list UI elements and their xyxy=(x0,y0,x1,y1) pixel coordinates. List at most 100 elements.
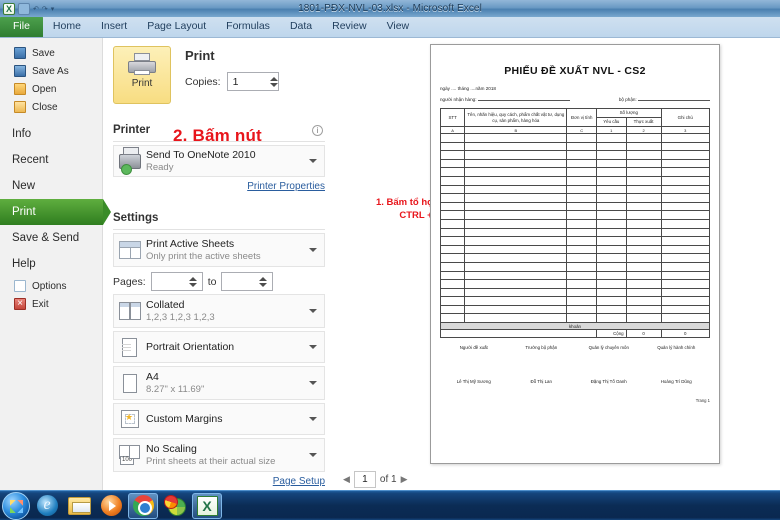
chevron-down-icon[interactable] xyxy=(309,159,317,163)
margins-select[interactable]: Custom Margins xyxy=(113,403,325,435)
sidebar-item-help[interactable]: Help xyxy=(0,251,102,277)
chevron-right-icon[interactable]: ▶ xyxy=(401,474,408,485)
th-unit: Đơn vị tính xyxy=(566,108,597,127)
sidebar-item-close[interactable]: Close xyxy=(0,98,102,116)
paper-icon xyxy=(119,372,141,394)
table-cell: 2 xyxy=(625,126,662,134)
th-quantity-group: Số lượng xyxy=(596,108,662,118)
chevron-down-icon[interactable]: ▾ xyxy=(51,5,55,13)
document-preview-page: PHIẾU ĐỀ XUẤT NVL - CS2 ngày .... tháng … xyxy=(430,44,720,464)
chevron-left-icon[interactable]: ◀ xyxy=(343,474,350,485)
signature-name: Đỗ Thị Lan xyxy=(530,379,552,385)
excel-icon[interactable] xyxy=(3,2,15,15)
sidebar-item-save[interactable]: Save xyxy=(0,44,102,62)
print-button[interactable]: Print xyxy=(113,46,171,104)
tab-view[interactable]: View xyxy=(377,17,420,37)
divider xyxy=(113,229,325,230)
pages-label: Pages: xyxy=(113,275,146,288)
signature-names-row: Lê Thị Mỹ Sương Đỗ Thị Lan Đặng Thị Tố O… xyxy=(440,379,710,384)
orientation-select[interactable]: Portrait Orientation xyxy=(113,331,325,363)
printer-properties-link[interactable]: Printer Properties xyxy=(113,181,325,192)
undo-icon[interactable]: ↶ xyxy=(33,5,39,13)
sidebar-item-label: Open xyxy=(32,83,57,95)
sidebar-item-label: Save & Send xyxy=(12,232,80,244)
sheets-icon xyxy=(119,239,141,261)
table-row xyxy=(439,227,710,238)
sidebar-item-exit[interactable]: Exit xyxy=(0,295,102,313)
th-qty-issued: Thực xuất xyxy=(625,117,662,127)
preview-pager: ◀ 1 of 1 ▶ xyxy=(335,471,780,488)
chevron-down-icon[interactable] xyxy=(309,345,317,349)
print-area-select[interactable]: Print Active Sheets Only print the activ… xyxy=(113,233,325,267)
printer-icon xyxy=(128,53,156,75)
table-row xyxy=(439,253,710,263)
table-row xyxy=(439,236,710,246)
table-khoan-row: khoản xyxy=(440,322,710,331)
sidebar-item-print[interactable]: Print xyxy=(0,199,111,225)
receiver-field: người nhận hàng: xyxy=(440,96,570,102)
start-orb[interactable] xyxy=(2,491,30,520)
document-title: PHIẾU ĐỀ XUẤT NVL - CS2 xyxy=(504,65,646,77)
signature-name: Lê Thị Mỹ Sương xyxy=(456,379,491,385)
table-row xyxy=(439,244,710,255)
table-row xyxy=(439,193,710,203)
tab-formulas[interactable]: Formulas xyxy=(216,17,280,37)
print-area-title: Print Active Sheets xyxy=(146,237,235,250)
portrait-icon xyxy=(119,336,141,358)
sidebar-item-options[interactable]: Options xyxy=(0,277,102,295)
print-heading-block: Print Copies: 1 xyxy=(185,46,279,104)
sidebar-item-save-and-send[interactable]: Save & Send xyxy=(0,225,102,251)
sidebar-item-open[interactable]: Open xyxy=(0,80,102,98)
chevron-down-icon[interactable] xyxy=(309,381,317,385)
paint-app-icon[interactable] xyxy=(160,493,190,519)
sidebar-item-info[interactable]: Info xyxy=(0,121,102,147)
excel-taskbar-icon[interactable] xyxy=(192,492,222,519)
tab-page-layout[interactable]: Page Layout xyxy=(137,17,216,37)
paper-size-select[interactable]: A4 8.27" x 11.69" xyxy=(113,366,325,400)
tab-review[interactable]: Review xyxy=(322,17,376,37)
collation-select[interactable]: Collated 1,2,3 1,2,3 1,2,3 xyxy=(113,294,325,328)
sidebar-item-recent[interactable]: Recent xyxy=(0,147,102,173)
quick-access-toolbar[interactable]: ↶ ↷ ▾ xyxy=(0,2,55,15)
copies-stepper[interactable]: 1 xyxy=(226,72,279,91)
info-icon[interactable]: i xyxy=(312,125,323,136)
pages-to-input[interactable] xyxy=(221,272,274,291)
chevron-down-icon[interactable] xyxy=(309,453,317,457)
close-folder-icon xyxy=(14,101,26,113)
tab-insert[interactable]: Insert xyxy=(91,17,137,37)
spinner-arrows-icon[interactable] xyxy=(259,274,270,289)
collation-subtitle: 1,2,3 1,2,3 1,2,3 xyxy=(146,311,215,323)
sidebar-item-save-as[interactable]: Save As xyxy=(0,62,102,80)
tab-file[interactable]: File xyxy=(0,16,43,37)
internet-explorer-icon[interactable] xyxy=(32,493,62,519)
windows-explorer-icon[interactable] xyxy=(64,493,94,519)
printer-select[interactable]: Send To OneNote 2010 Ready xyxy=(113,145,325,177)
tab-data[interactable]: Data xyxy=(280,17,322,37)
print-button-label: Print xyxy=(131,78,153,89)
redo-icon[interactable]: ↷ xyxy=(42,5,48,13)
chevron-down-icon[interactable] xyxy=(309,248,317,252)
table-row xyxy=(439,270,710,281)
table-cell: A xyxy=(439,126,466,134)
page-setup-link[interactable]: Page Setup xyxy=(113,476,325,487)
spinner-arrows-icon[interactable] xyxy=(188,274,200,289)
scaling-select[interactable]: 100 No Scaling Print sheets at their act… xyxy=(113,438,325,472)
collation-title: Collated xyxy=(146,298,185,311)
sidebar-item-new[interactable]: New xyxy=(0,173,102,199)
media-player-icon[interactable] xyxy=(96,493,126,519)
current-page-input[interactable]: 1 xyxy=(353,471,376,488)
spinner-arrows-icon[interactable] xyxy=(265,74,278,89)
tab-home[interactable]: Home xyxy=(43,17,91,37)
copies-label: Copies: xyxy=(185,75,221,88)
chevron-down-icon[interactable] xyxy=(309,417,317,421)
save-as-icon xyxy=(14,65,26,77)
th-name: Tên, nhãn hiệu, quy cách, phẩm chất vật … xyxy=(464,108,568,127)
save-icon[interactable] xyxy=(18,2,30,15)
khoan-label: khoản xyxy=(440,322,710,331)
document-table: STT Tên, nhãn hiệu, quy cách, phẩm chất v… xyxy=(439,108,710,339)
margins-title: Custom Margins xyxy=(146,412,223,425)
pages-from-input[interactable] xyxy=(150,272,203,291)
signature-role: Quản lý chuyên môn xyxy=(588,345,629,351)
chevron-down-icon[interactable] xyxy=(309,309,317,313)
chrome-icon[interactable] xyxy=(128,492,158,519)
